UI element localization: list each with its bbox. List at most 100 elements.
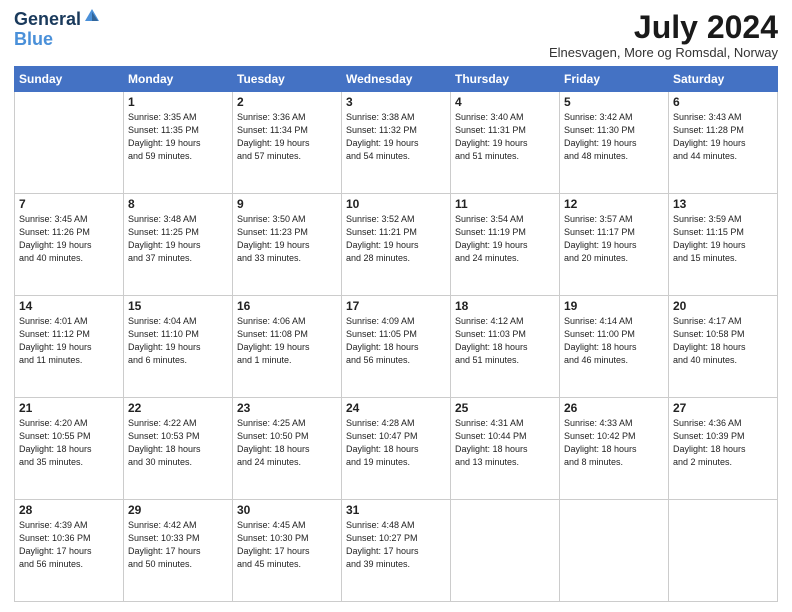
calendar-cell: 14Sunrise: 4:01 AM Sunset: 11:12 PM Dayl… bbox=[15, 296, 124, 398]
calendar-cell: 19Sunrise: 4:14 AM Sunset: 11:00 PM Dayl… bbox=[560, 296, 669, 398]
day-info: Sunrise: 3:57 AM Sunset: 11:17 PM Daylig… bbox=[564, 213, 664, 265]
day-info: Sunrise: 4:04 AM Sunset: 11:10 PM Daylig… bbox=[128, 315, 228, 367]
day-info: Sunrise: 3:38 AM Sunset: 11:32 PM Daylig… bbox=[346, 111, 446, 163]
col-monday: Monday bbox=[124, 67, 233, 92]
calendar-cell: 24 Sunrise: 4:28 AM Sunset: 10:47 PM Dayl… bbox=[342, 398, 451, 500]
calendar-cell: 28 Sunrise: 4:39 AM Sunset: 10:36 PM Dayl… bbox=[15, 500, 124, 602]
calendar-week-row: 21 Sunrise: 4:20 AM Sunset: 10:55 PM Dayl… bbox=[15, 398, 778, 500]
day-number: 27 bbox=[673, 401, 773, 415]
logo-icon bbox=[83, 7, 101, 25]
page: General Blue July 2024 Elnesvagen, More … bbox=[0, 0, 792, 612]
calendar-cell: 23Sunrise: 4:25 AM Sunset: 10:50 PM Dayl… bbox=[233, 398, 342, 500]
day-info: Sunrise: 3:36 AM Sunset: 11:34 PM Daylig… bbox=[237, 111, 337, 163]
logo-text-line2: Blue bbox=[14, 29, 53, 49]
day-info: Sunrise: 4:42 AM Sunset: 10:33 PM Daylig… bbox=[128, 519, 228, 571]
calendar-cell: 8Sunrise: 3:48 AM Sunset: 11:25 PM Dayli… bbox=[124, 194, 233, 296]
col-thursday: Thursday bbox=[451, 67, 560, 92]
calendar-cell bbox=[669, 500, 778, 602]
day-info: Sunrise: 3:54 AM Sunset: 11:19 PM Daylig… bbox=[455, 213, 555, 265]
day-info: Sunrise: 3:35 AM Sunset: 11:35 PM Daylig… bbox=[128, 111, 228, 163]
day-info: Sunrise: 3:40 AM Sunset: 11:31 PM Daylig… bbox=[455, 111, 555, 163]
day-number: 17 bbox=[346, 299, 446, 313]
calendar-cell: 22 Sunrise: 4:22 AM Sunset: 10:53 PM Dayl… bbox=[124, 398, 233, 500]
day-number: 2 bbox=[237, 95, 337, 109]
calendar-cell: 11 Sunrise: 3:54 AM Sunset: 11:19 PM Dayl… bbox=[451, 194, 560, 296]
calendar-header-row: Sunday Monday Tuesday Wednesday Thursday… bbox=[15, 67, 778, 92]
day-info: Sunrise: 3:50 AM Sunset: 11:23 PM Daylig… bbox=[237, 213, 337, 265]
day-info: Sunrise: 3:43 AM Sunset: 11:28 PM Daylig… bbox=[673, 111, 773, 163]
day-info: Sunrise: 4:28 AM Sunset: 10:47 PM Daylig… bbox=[346, 417, 446, 469]
day-info: Sunrise: 4:20 AM Sunset: 10:55 PM Daylig… bbox=[19, 417, 119, 469]
col-tuesday: Tuesday bbox=[233, 67, 342, 92]
calendar-cell: 18 Sunrise: 4:12 AM Sunset: 11:03 PM Dayl… bbox=[451, 296, 560, 398]
logo-text-line1: General bbox=[14, 10, 81, 30]
calendar-cell bbox=[15, 92, 124, 194]
day-number: 25 bbox=[455, 401, 555, 415]
day-info: Sunrise: 3:59 AM Sunset: 11:15 PM Daylig… bbox=[673, 213, 773, 265]
day-number: 26 bbox=[564, 401, 664, 415]
calendar-cell: 31Sunrise: 4:48 AM Sunset: 10:27 PM Dayl… bbox=[342, 500, 451, 602]
calendar-cell: 17 Sunrise: 4:09 AM Sunset: 11:05 PM Dayl… bbox=[342, 296, 451, 398]
day-info: Sunrise: 4:17 AM Sunset: 10:58 PM Daylig… bbox=[673, 315, 773, 367]
day-number: 18 bbox=[455, 299, 555, 313]
calendar-cell bbox=[560, 500, 669, 602]
calendar-cell: 10 Sunrise: 3:52 AM Sunset: 11:21 PM Dayl… bbox=[342, 194, 451, 296]
calendar-cell: 2 Sunrise: 3:36 AM Sunset: 11:34 PM Dayli… bbox=[233, 92, 342, 194]
day-info: Sunrise: 4:06 AM Sunset: 11:08 PM Daylig… bbox=[237, 315, 337, 367]
calendar-cell: 3 Sunrise: 3:38 AM Sunset: 11:32 PM Dayli… bbox=[342, 92, 451, 194]
day-info: Sunrise: 3:45 AM Sunset: 11:26 PM Daylig… bbox=[19, 213, 119, 265]
day-number: 21 bbox=[19, 401, 119, 415]
day-info: Sunrise: 4:45 AM Sunset: 10:30 PM Daylig… bbox=[237, 519, 337, 571]
calendar-cell: 4Sunrise: 3:40 AM Sunset: 11:31 PM Dayli… bbox=[451, 92, 560, 194]
day-number: 11 bbox=[455, 197, 555, 211]
day-info: Sunrise: 3:52 AM Sunset: 11:21 PM Daylig… bbox=[346, 213, 446, 265]
day-info: Sunrise: 4:31 AM Sunset: 10:44 PM Daylig… bbox=[455, 417, 555, 469]
calendar-cell: 7 Sunrise: 3:45 AM Sunset: 11:26 PM Dayli… bbox=[15, 194, 124, 296]
day-number: 20 bbox=[673, 299, 773, 313]
calendar-week-row: 7 Sunrise: 3:45 AM Sunset: 11:26 PM Dayli… bbox=[15, 194, 778, 296]
calendar-cell: 21 Sunrise: 4:20 AM Sunset: 10:55 PM Dayl… bbox=[15, 398, 124, 500]
day-info: Sunrise: 4:09 AM Sunset: 11:05 PM Daylig… bbox=[346, 315, 446, 367]
day-number: 10 bbox=[346, 197, 446, 211]
day-number: 3 bbox=[346, 95, 446, 109]
calendar-cell: 15 Sunrise: 4:04 AM Sunset: 11:10 PM Dayl… bbox=[124, 296, 233, 398]
calendar-cell: 20 Sunrise: 4:17 AM Sunset: 10:58 PM Dayl… bbox=[669, 296, 778, 398]
day-info: Sunrise: 4:48 AM Sunset: 10:27 PM Daylig… bbox=[346, 519, 446, 571]
calendar-week-row: 1 Sunrise: 3:35 AM Sunset: 11:35 PM Dayli… bbox=[15, 92, 778, 194]
day-info: Sunrise: 4:39 AM Sunset: 10:36 PM Daylig… bbox=[19, 519, 119, 571]
calendar-cell: 26 Sunrise: 4:33 AM Sunset: 10:42 PM Dayl… bbox=[560, 398, 669, 500]
day-info: Sunrise: 4:33 AM Sunset: 10:42 PM Daylig… bbox=[564, 417, 664, 469]
day-info: Sunrise: 4:14 AM Sunset: 11:00 PM Daylig… bbox=[564, 315, 664, 367]
col-friday: Friday bbox=[560, 67, 669, 92]
calendar-cell: 16 Sunrise: 4:06 AM Sunset: 11:08 PM Dayl… bbox=[233, 296, 342, 398]
day-info: Sunrise: 4:22 AM Sunset: 10:53 PM Daylig… bbox=[128, 417, 228, 469]
day-number: 29 bbox=[128, 503, 228, 517]
day-number: 24 bbox=[346, 401, 446, 415]
calendar-week-row: 28 Sunrise: 4:39 AM Sunset: 10:36 PM Dayl… bbox=[15, 500, 778, 602]
day-number: 28 bbox=[19, 503, 119, 517]
col-saturday: Saturday bbox=[669, 67, 778, 92]
day-number: 22 bbox=[128, 401, 228, 415]
day-info: Sunrise: 3:42 AM Sunset: 11:30 PM Daylig… bbox=[564, 111, 664, 163]
calendar-cell: 13Sunrise: 3:59 AM Sunset: 11:15 PM Dayl… bbox=[669, 194, 778, 296]
col-sunday: Sunday bbox=[15, 67, 124, 92]
calendar-cell: 1 Sunrise: 3:35 AM Sunset: 11:35 PM Dayli… bbox=[124, 92, 233, 194]
calendar-week-row: 14Sunrise: 4:01 AM Sunset: 11:12 PM Dayl… bbox=[15, 296, 778, 398]
day-number: 7 bbox=[19, 197, 119, 211]
day-number: 12 bbox=[564, 197, 664, 211]
calendar-table: Sunday Monday Tuesday Wednesday Thursday… bbox=[14, 66, 778, 602]
day-info: Sunrise: 4:12 AM Sunset: 11:03 PM Daylig… bbox=[455, 315, 555, 367]
day-number: 30 bbox=[237, 503, 337, 517]
month-year-title: July 2024 bbox=[549, 10, 778, 45]
day-number: 8 bbox=[128, 197, 228, 211]
header: General Blue July 2024 Elnesvagen, More … bbox=[14, 10, 778, 60]
day-number: 23 bbox=[237, 401, 337, 415]
calendar-cell: 6 Sunrise: 3:43 AM Sunset: 11:28 PM Dayli… bbox=[669, 92, 778, 194]
day-number: 1 bbox=[128, 95, 228, 109]
day-number: 16 bbox=[237, 299, 337, 313]
day-info: Sunrise: 4:01 AM Sunset: 11:12 PM Daylig… bbox=[19, 315, 119, 367]
day-number: 6 bbox=[673, 95, 773, 109]
day-number: 15 bbox=[128, 299, 228, 313]
calendar-cell bbox=[451, 500, 560, 602]
day-info: Sunrise: 4:36 AM Sunset: 10:39 PM Daylig… bbox=[673, 417, 773, 469]
